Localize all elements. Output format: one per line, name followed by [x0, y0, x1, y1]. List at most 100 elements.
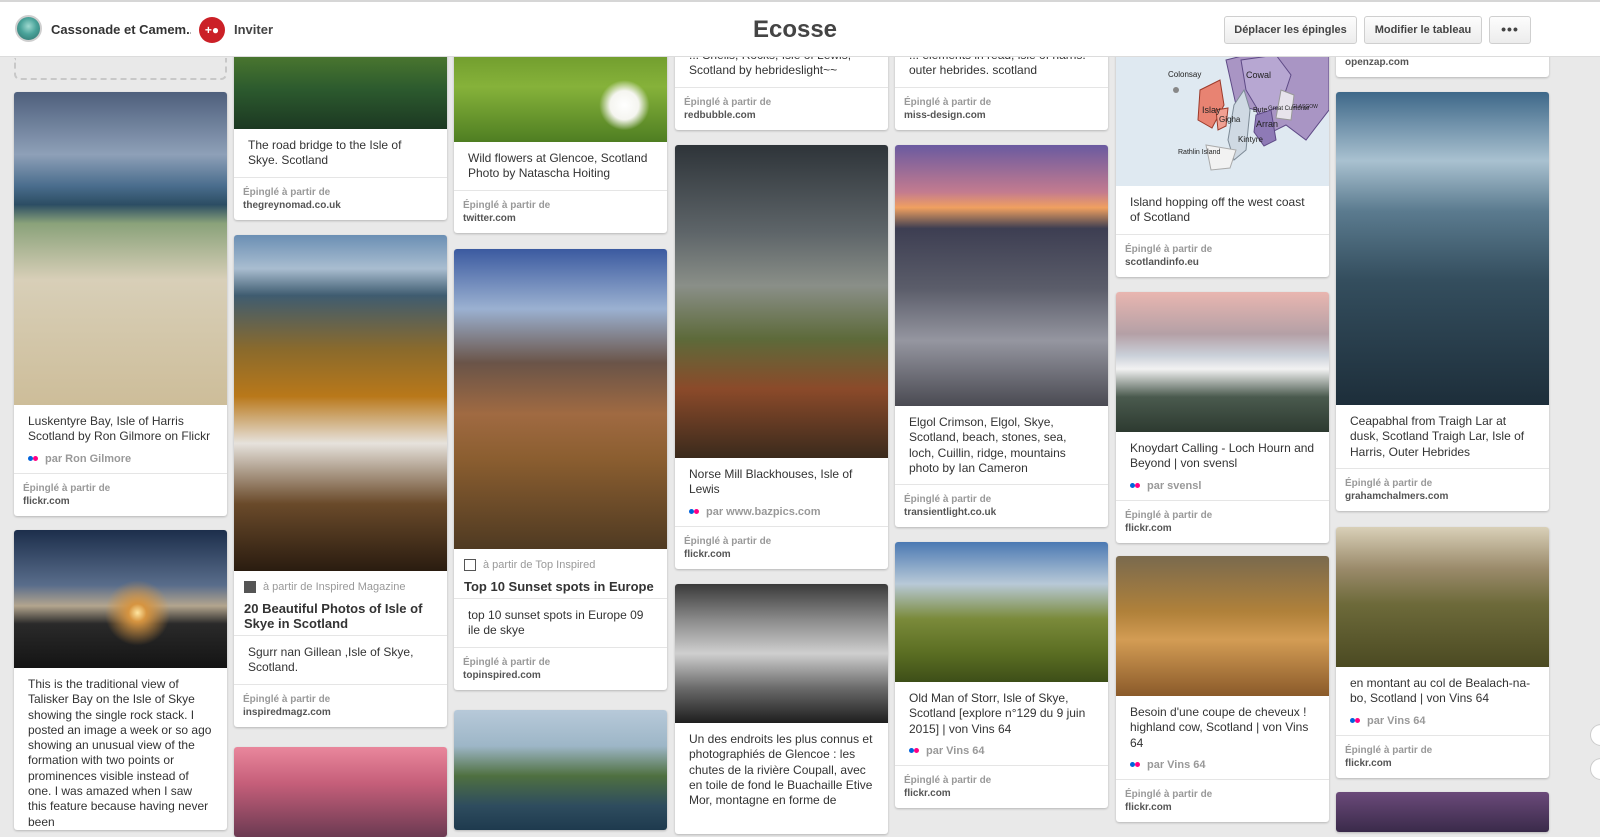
pin-attribution[interactable]: par Vins 64 — [895, 745, 1108, 765]
site-logo-icon — [244, 581, 256, 593]
pin-elgol[interactable]: Elgol Crimson, Elgol, Skye, Scotland, be… — [895, 145, 1108, 528]
pin-old-man-of-storr[interactable]: Old Man of Storr, Isle of Skye, Scotland… — [895, 542, 1108, 808]
flickr-icon — [1130, 761, 1141, 768]
pin-knoydart[interactable]: Knoydart Calling - Loch Hourn and Beyond… — [1116, 292, 1329, 543]
pin-image[interactable] — [234, 50, 447, 129]
pin-description: en montant au col de Bealach-na-bo, Scot… — [1350, 676, 1531, 706]
pin-description: Luskentyre Bay, Isle of Harris Scotland … — [28, 414, 211, 444]
pin-grid: Luskentyre Bay, Isle of Harris Scotland … — [0, 0, 1600, 837]
rich-source[interactable]: à partir de Inspired Magazine — [244, 581, 437, 593]
pin-via[interactable]: Épinglé à partir de transientlight.co.uk — [895, 484, 1108, 527]
more-options-button[interactable]: ••• — [1489, 16, 1531, 44]
pin-attribution[interactable]: par www.bazpics.com — [675, 506, 888, 526]
pin-image[interactable] — [675, 145, 888, 458]
pin-image[interactable] — [895, 145, 1108, 406]
map-label-bute: Bute — [1253, 107, 1268, 114]
pin-bealach-na-bo[interactable]: en montant au col de Bealach-na-bo, Scot… — [1336, 527, 1549, 778]
pin-image[interactable] — [234, 235, 447, 571]
pin-description: top 10 sunset spots in Europe 09 ile de … — [454, 598, 667, 647]
site-logo-icon — [464, 559, 476, 571]
map-label-rathlin: Rathlin Island — [1178, 149, 1221, 156]
pin-via[interactable]: Épinglé à partir de flickr.com — [1336, 734, 1549, 778]
flickr-icon — [28, 455, 39, 462]
map-label-colonsay: Colonsay — [1168, 70, 1201, 79]
pin-island-hopping[interactable]: Colonsay Cowal Islay Gigha Bute Great Cu… — [1116, 50, 1329, 277]
map-label-islay: Islay — [1202, 105, 1221, 115]
pin-bridge[interactable]: The road bridge to the Isle of Skye. Sco… — [234, 50, 447, 220]
map-graphic: Colonsay Cowal Islay Gigha Bute Great Cu… — [1116, 50, 1329, 186]
pin-via[interactable]: Épinglé à partir de inspiredmagz.com — [234, 683, 447, 727]
pin-image-map[interactable]: Colonsay Cowal Islay Gigha Bute Great Cu… — [1116, 50, 1329, 186]
drop-placeholder — [14, 58, 227, 80]
pin-image[interactable] — [14, 92, 227, 405]
flickr-icon — [909, 747, 920, 754]
board-header: Cassonade et Camem... +● Inviter Ecosse … — [0, 0, 1600, 57]
pin-via[interactable]: Épinglé à partir de twitter.com — [454, 189, 667, 233]
pin-skye-photos[interactable]: à partir de Inspired Magazine 20 Beautif… — [234, 235, 447, 727]
pin-attribution[interactable]: par Vins 64 — [1336, 715, 1549, 735]
pin-via[interactable]: Épinglé à partir de flickr.com — [675, 525, 888, 569]
pin-description: Norse Mill Blackhouses, Isle of Lewis — [689, 467, 853, 497]
pin-sunset-spots[interactable]: à partir de Top Inspired Top 10 Sunset s… — [454, 249, 667, 690]
pin-ceapabhal[interactable]: Ceapabhal from Traigh Lar at dusk, Scotl… — [1336, 92, 1549, 511]
pin-via[interactable]: Épinglé à partir de grahamchalmers.com — [1336, 467, 1549, 511]
pin-norse-mill[interactable]: Norse Mill Blackhouses, Isle of Lewis pa… — [675, 145, 888, 569]
pin-attribution[interactable]: par svensl — [1116, 480, 1329, 500]
pin-via[interactable]: Épinglé à partir de topinspired.com — [454, 646, 667, 690]
pin-description: Elgol Crimson, Elgol, Skye, Scotland, be… — [909, 415, 1067, 475]
pin-glencoe-flowers[interactable]: Wild flowers at Glencoe, Scotland Photo … — [454, 50, 667, 233]
pin-description: Ceapabhal from Traigh Lar at dusk, Scotl… — [1350, 414, 1525, 459]
pin-image[interactable] — [454, 50, 667, 142]
pin-image[interactable] — [675, 584, 888, 723]
rich-source[interactable]: à partir de Top Inspired — [464, 559, 657, 571]
pin-image[interactable] — [1336, 92, 1549, 405]
pin-description: Besoin d'une coupe de cheveux ! highland… — [1130, 705, 1309, 750]
pin-description: Knoydart Calling - Loch Hourn and Beyond… — [1130, 441, 1315, 471]
pin-description: Island hopping off the west coast of Sco… — [1130, 195, 1305, 225]
pin-via[interactable]: Épinglé à partir de flickr.com — [14, 472, 227, 516]
pin-via[interactable]: Épinglé à partir de scotlandinfo.eu — [1116, 233, 1329, 277]
map-label-cowal: Cowal — [1246, 70, 1271, 80]
pin-purple-dusk[interactable] — [1336, 792, 1549, 832]
pin-via[interactable]: Épinglé à partir de redbubble.com — [675, 86, 888, 130]
pin-via[interactable]: Épinglé à partir de flickr.com — [895, 764, 1108, 808]
rich-pin-header: à partir de Inspired Magazine 20 Beautif… — [234, 571, 447, 635]
rich-pin-header: à partir de Top Inspired Top 10 Sunset s… — [454, 549, 667, 598]
map-label-glasgow: GLASGOW — [1292, 104, 1318, 110]
edit-board-button[interactable]: Modifier le tableau — [1364, 16, 1482, 44]
flickr-icon — [1350, 717, 1361, 724]
pin-via[interactable]: Épinglé à partir de flickr.com — [1116, 499, 1329, 543]
pin-via[interactable]: Épinglé à partir de thegreynomad.co.uk — [234, 176, 447, 220]
pin-via[interactable]: Épinglé à partir de flickr.com — [1116, 778, 1329, 822]
pin-image[interactable] — [14, 530, 227, 668]
pin-image[interactable] — [1116, 292, 1329, 432]
rich-title[interactable]: Top 10 Sunset spots in Europe — [464, 579, 657, 598]
pin-coupall[interactable]: Un des endroits les plus connus et photo… — [675, 584, 888, 834]
pin-image[interactable] — [1116, 556, 1329, 696]
pin-attribution[interactable]: par Vins 64 — [1116, 759, 1329, 779]
map-label-arran: Arran — [1256, 119, 1278, 129]
side-scroll-handle[interactable] — [1590, 758, 1600, 780]
pin-image[interactable] — [1336, 527, 1549, 667]
flickr-icon — [689, 508, 700, 515]
pin-image[interactable] — [454, 249, 667, 549]
flickr-icon — [1130, 482, 1141, 489]
pin-via[interactable]: Épinglé à partir de miss-design.com — [895, 86, 1108, 130]
pin-image[interactable] — [454, 710, 667, 830]
pin-attribution[interactable]: par Ron Gilmore — [14, 453, 227, 473]
move-pins-button[interactable]: Déplacer les épingles — [1224, 16, 1357, 44]
map-label-kintyre: Kintyre — [1238, 135, 1263, 144]
pin-image[interactable] — [895, 542, 1108, 682]
pin-highland-cow[interactable]: Besoin d'une coupe de cheveux ! highland… — [1116, 556, 1329, 822]
pin-description: Wild flowers at Glencoe, Scotland Photo … — [468, 151, 648, 181]
pin-description: Un des endroits les plus connus et photo… — [689, 732, 873, 808]
pin-image[interactable] — [1336, 792, 1549, 832]
pin-lighthouse[interactable] — [454, 710, 667, 830]
pin-luskentyre[interactable]: Luskentyre Bay, Isle of Harris Scotland … — [14, 92, 227, 516]
map-label-gigha: Gigha — [1219, 115, 1241, 124]
pin-description: The road bridge to the Isle of Skye. Sco… — [248, 138, 402, 168]
pin-talisker[interactable]: This is the traditional view of Talisker… — [14, 530, 227, 830]
side-scroll-handle[interactable] — [1590, 724, 1600, 746]
pin-description: Sgurr nan Gillean ,Isle of Skye, Scotlan… — [234, 635, 447, 684]
rich-title[interactable]: 20 Beautiful Photos of Isle of Skye in S… — [244, 601, 437, 635]
